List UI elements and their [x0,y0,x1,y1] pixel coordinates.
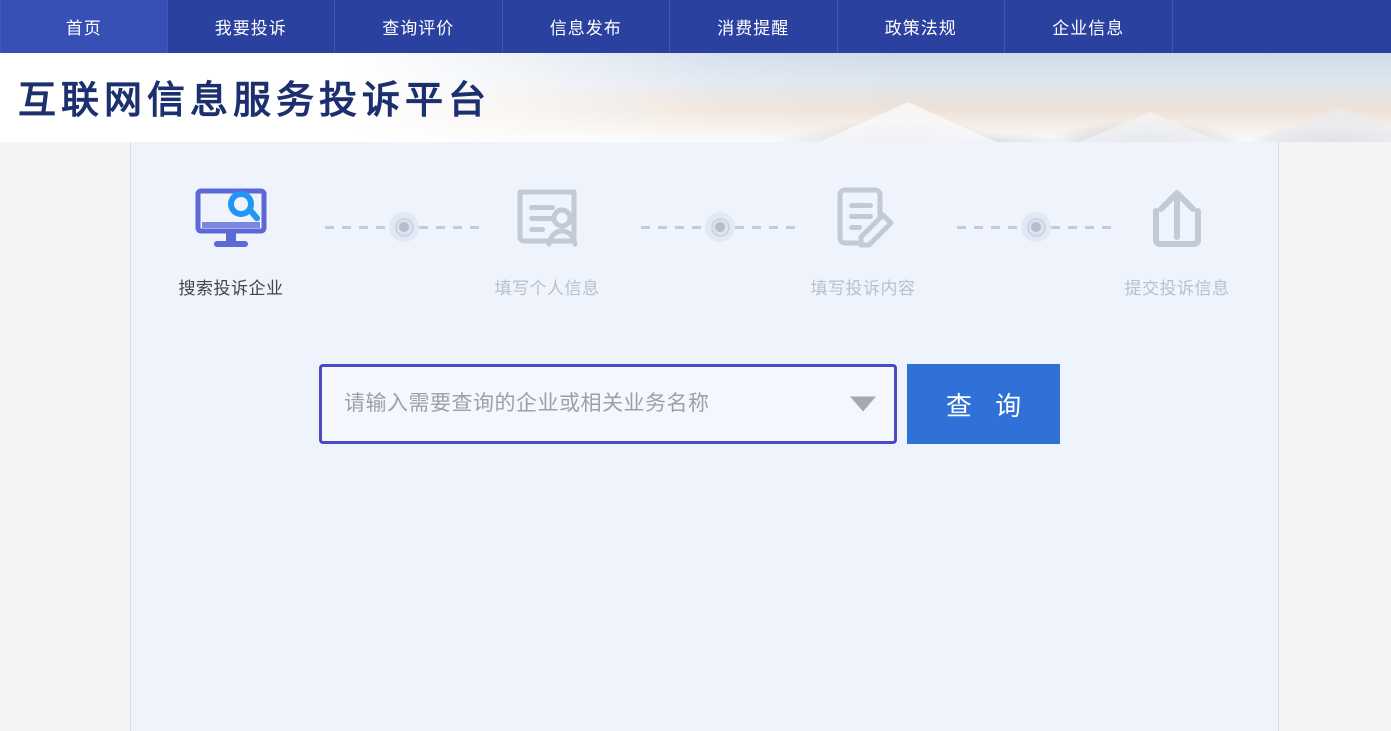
connector-dot-icon [1021,212,1051,242]
step-label: 搜索投诉企业 [178,279,284,298]
nav-item-label: 查询评价 [382,19,455,38]
mountain-peak-icon [1080,112,1220,142]
step-personal-info[interactable]: 填写个人信息 [457,182,637,299]
step-label: 填写投诉内容 [810,279,916,298]
monitor-search-icon [141,182,321,256]
nav-item-label: 首页 [65,19,102,38]
complaint-stepper: 搜索投诉企业 填写个人信息 填写投诉内容 提交投诉信息 [131,182,1280,302]
step-label: 提交投诉信息 [1124,279,1230,298]
complaint-wizard-card: 搜索投诉企业 填写个人信息 填写投诉内容 提交投诉信息 请输入需要查询的企业或相… [130,142,1279,731]
id-card-person-icon [457,182,637,256]
upload-icon [1087,182,1267,256]
nav-item-label: 我要投诉 [214,19,287,38]
enterprise-search-row: 查 询 [319,364,1060,444]
nav-item-consumer-alert[interactable]: 消费提醒 [670,0,838,53]
connector-dot-icon [389,212,419,242]
mountain-peak-icon [1260,108,1391,142]
connector-dash [641,225,705,229]
nav-item-label: 消费提醒 [717,19,790,38]
enterprise-search-box[interactable] [319,364,897,444]
nav-item-label: 政策法规 [884,19,957,38]
chevron-down-icon[interactable] [850,396,876,412]
step-complaint-content[interactable]: 填写投诉内容 [773,182,953,299]
nav-item-publish[interactable]: 信息发布 [503,0,670,53]
nav-item-enterprise-info[interactable]: 企业信息 [1005,0,1173,53]
page-title: 互联网信息服务投诉平台 [18,78,492,122]
connector-dash [957,225,1021,229]
site-banner: 互联网信息服务投诉平台 登录 注册 [0,53,1391,142]
page-body: 搜索投诉企业 填写个人信息 填写投诉内容 提交投诉信息 请输入需要查询的企业或相… [0,142,1391,731]
step-search-enterprise[interactable]: 搜索投诉企业 [141,182,321,299]
nav-item-label: 企业信息 [1052,19,1125,38]
nav-item-home[interactable]: 首页 [0,0,168,53]
main-navigation: 首页 我要投诉 查询评价 信息发布 消费提醒 政策法规 企业信息 [0,0,1391,53]
step-label: 填写个人信息 [494,279,600,298]
nav-item-label: 信息发布 [549,19,622,38]
nav-item-complain[interactable]: 我要投诉 [168,0,335,53]
search-button[interactable]: 查 询 [907,364,1060,444]
nav-item-query-review[interactable]: 查询评价 [335,0,503,53]
search-input[interactable] [344,392,842,416]
nav-item-policy[interactable]: 政策法规 [838,0,1005,53]
mountain-peak-icon [820,102,996,142]
connector-dot-icon [705,212,735,242]
step-submit-complaint[interactable]: 提交投诉信息 [1087,182,1267,299]
connector-dash [325,225,389,229]
document-pencil-icon [773,182,953,256]
